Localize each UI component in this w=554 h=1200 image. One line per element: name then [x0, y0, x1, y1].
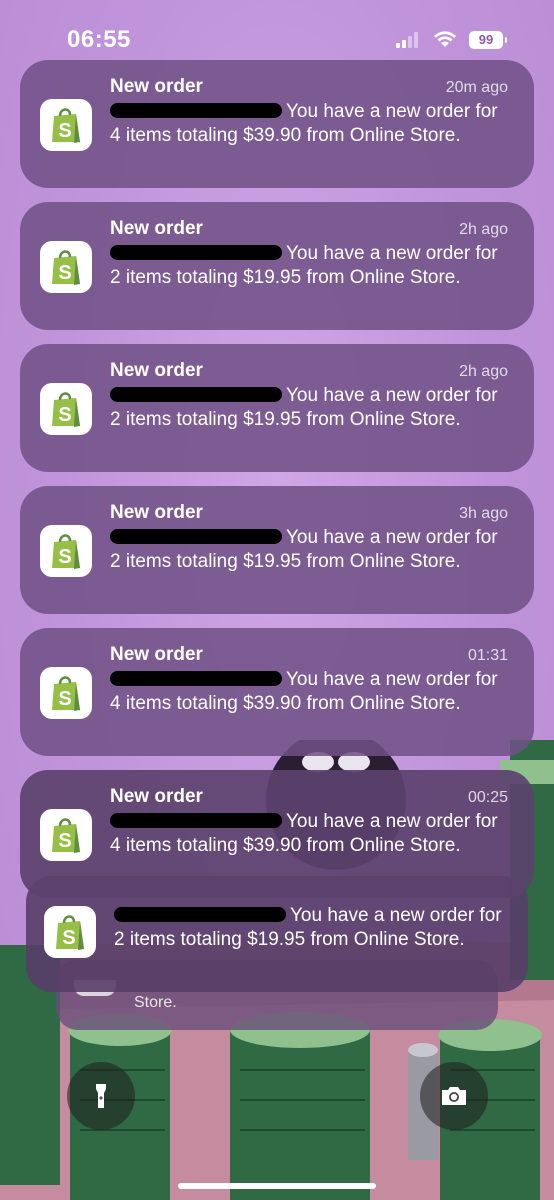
- svg-text:S: S: [58, 830, 71, 852]
- notification-body: You have a new order for 2 items totalin…: [114, 904, 514, 952]
- svg-text:S: S: [62, 927, 75, 949]
- wifi-icon: [434, 31, 456, 47]
- notification-title: New order: [110, 502, 203, 523]
- notification-time: 20m ago: [445, 79, 508, 96]
- redaction-mark: [114, 907, 286, 922]
- notification-body: You have a new order for 2 items totalin…: [110, 526, 510, 574]
- notification-body: You have a new order for 4 items totalin…: [110, 810, 510, 858]
- status-time: 06:55: [67, 26, 131, 53]
- notification-title: New order: [110, 218, 203, 239]
- flashlight-button[interactable]: [67, 1062, 135, 1130]
- notification-time: 2h ago: [459, 221, 508, 238]
- flashlight-icon: [96, 1084, 106, 1108]
- shopify-bag-icon: S: [44, 906, 96, 958]
- shopify-bag-icon: S: [40, 99, 92, 151]
- notification-time: 3h ago: [459, 505, 508, 522]
- notification-card[interactable]: S New order 01:31 You have a new order f…: [20, 628, 534, 756]
- notification-title: New order: [110, 76, 203, 97]
- notification-time: 00:25: [467, 789, 508, 806]
- notification-card[interactable]: S New order 2h ago You have a new order …: [20, 202, 534, 330]
- notification-body: You have a new order for 4 items totalin…: [110, 668, 510, 716]
- svg-text:S: S: [58, 262, 71, 284]
- shopify-bag-icon: S: [40, 525, 92, 577]
- notification-title: New order: [110, 786, 203, 807]
- battery-icon: 99: [469, 31, 507, 49]
- redaction-mark: [110, 245, 282, 260]
- notification-body: You have a new order for 4 items totalin…: [110, 100, 510, 148]
- shopify-bag-icon: S: [40, 667, 92, 719]
- cellular-signal-icon: [396, 32, 418, 48]
- notification-body: You have a new order for 2 items totalin…: [110, 242, 510, 290]
- shopify-bag-icon: S: [40, 241, 92, 293]
- svg-text:S: S: [58, 688, 71, 710]
- notification-card[interactable]: S New order 3h ago You have a new order …: [20, 486, 534, 614]
- redaction-mark: [110, 813, 282, 828]
- camera-button[interactable]: [420, 1062, 488, 1130]
- home-indicator[interactable]: [178, 1183, 376, 1189]
- shopify-bag-icon: S: [40, 383, 92, 435]
- notification-title: New order: [110, 644, 203, 665]
- shopify-bag-icon: S: [40, 809, 92, 861]
- notification-message: Store.: [134, 994, 177, 1011]
- svg-text:S: S: [58, 404, 71, 426]
- redaction-mark: [110, 103, 282, 118]
- notification-card[interactable]: S New order 00:25 You have a new order f…: [20, 770, 534, 898]
- notification-time: 01:31: [467, 647, 508, 664]
- svg-text:S: S: [58, 546, 71, 568]
- camera-icon: [442, 1087, 466, 1105]
- redaction-mark: [110, 671, 282, 686]
- notification-title: New order: [110, 360, 203, 381]
- notification-card[interactable]: S New order 2h ago You have a new order …: [20, 344, 534, 472]
- redaction-mark: [110, 529, 282, 544]
- notification-time: 2h ago: [459, 363, 508, 380]
- redaction-mark: [110, 387, 282, 402]
- svg-text:S: S: [58, 120, 71, 142]
- notification-card[interactable]: S New order 20m ago You have a new order…: [20, 60, 534, 188]
- notification-body: You have a new order for 2 items totalin…: [110, 384, 510, 432]
